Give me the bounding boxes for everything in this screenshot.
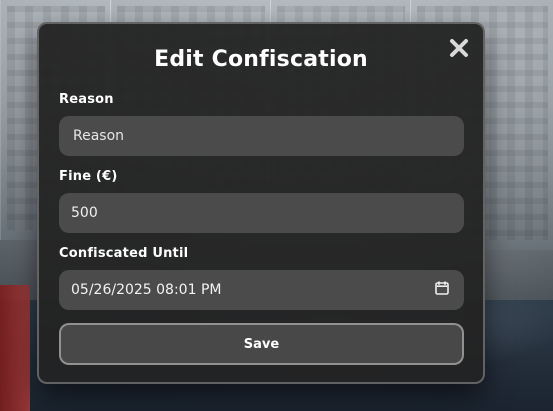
reason-input[interactable]: [71, 127, 452, 145]
confiscated-until-field[interactable]: 05/26/2025 08:01 PM: [59, 270, 464, 310]
fine-value: 500: [71, 205, 98, 221]
confiscated-until-label: Confiscated Until: [59, 246, 189, 261]
reason-label: Reason: [59, 92, 114, 107]
close-icon: [445, 34, 473, 62]
reason-field[interactable]: [59, 116, 464, 156]
fine-label: Fine (€): [59, 169, 118, 184]
save-button[interactable]: Save: [59, 323, 464, 365]
close-button[interactable]: [445, 34, 473, 62]
calendar-icon: [434, 280, 450, 300]
edit-confiscation-dialog: Edit Confiscation Reason Fine (€) 500 Co…: [37, 22, 485, 384]
fine-field[interactable]: 500: [59, 193, 464, 233]
confiscated-until-value: 05/26/2025 08:01 PM: [71, 282, 222, 298]
background-red-structure: [0, 285, 30, 411]
dialog-title: Edit Confiscation: [154, 47, 368, 72]
calendar-button[interactable]: [432, 280, 452, 300]
